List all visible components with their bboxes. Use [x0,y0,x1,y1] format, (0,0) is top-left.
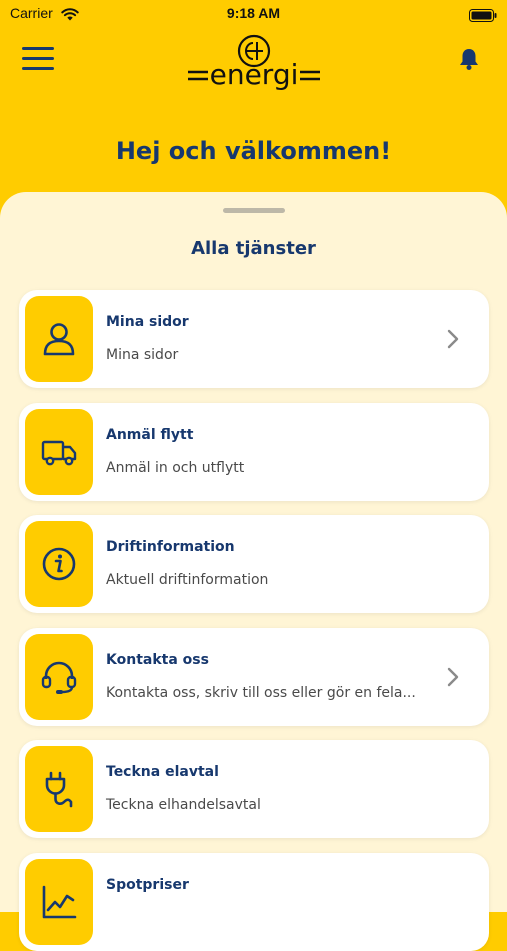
service-title: Teckna elavtal [106,764,219,780]
svg-text:energi: energi [210,58,299,91]
chevron-right-icon [446,328,460,354]
section-title: Alla tjänster [191,238,316,259]
battery-icon [469,7,497,26]
headset-icon [25,634,93,720]
service-title: Mina sidor [106,314,189,330]
service-title: Kontakta oss [106,652,209,668]
service-card-spotpriser[interactable]: Spotpriser [19,853,489,951]
service-subtitle: Aktuell driftinformation [106,572,269,588]
truck-icon [25,409,93,495]
service-title: Spotpriser [106,877,189,893]
service-card-anmal-flytt[interactable]: Anmäl flytt Anmäl in och utflytt [19,403,489,501]
brand-logo: energi [186,30,322,96]
sheet-drag-handle[interactable] [223,208,285,213]
status-bar: Carrier 9:18 AM [0,0,507,28]
plug-icon [25,746,93,832]
service-card-teckna-elavtal[interactable]: Teckna elavtal Teckna elhandelsavtal [19,740,489,838]
status-time: 9:18 AM [226,5,281,21]
menu-button[interactable] [22,46,56,72]
service-title: Driftinformation [106,539,235,555]
services-sheet: Alla tjänster Mina sidor Mina sidor Anmä… [0,192,507,951]
service-card-kontakta-oss[interactable]: Kontakta oss Kontakta oss, skriv till os… [19,628,489,726]
chart-line-icon [25,859,93,945]
notifications-bell-icon[interactable] [456,46,482,72]
service-card-driftinformation[interactable]: Driftinformation Aktuell driftinformatio… [19,515,489,613]
service-title: Anmäl flytt [106,427,194,443]
service-subtitle: Kontakta oss, skriv till oss eller gör e… [106,685,416,701]
user-icon [25,296,93,382]
service-subtitle: Teckna elhandelsavtal [106,797,261,813]
info-icon [25,521,93,607]
service-card-mina-sidor[interactable]: Mina sidor Mina sidor [19,290,489,388]
chevron-right-icon [446,666,460,692]
service-subtitle: Anmäl in och utflytt [106,460,245,476]
service-subtitle: Mina sidor [106,347,179,363]
welcome-heading: Hej och välkommen! [115,137,392,165]
